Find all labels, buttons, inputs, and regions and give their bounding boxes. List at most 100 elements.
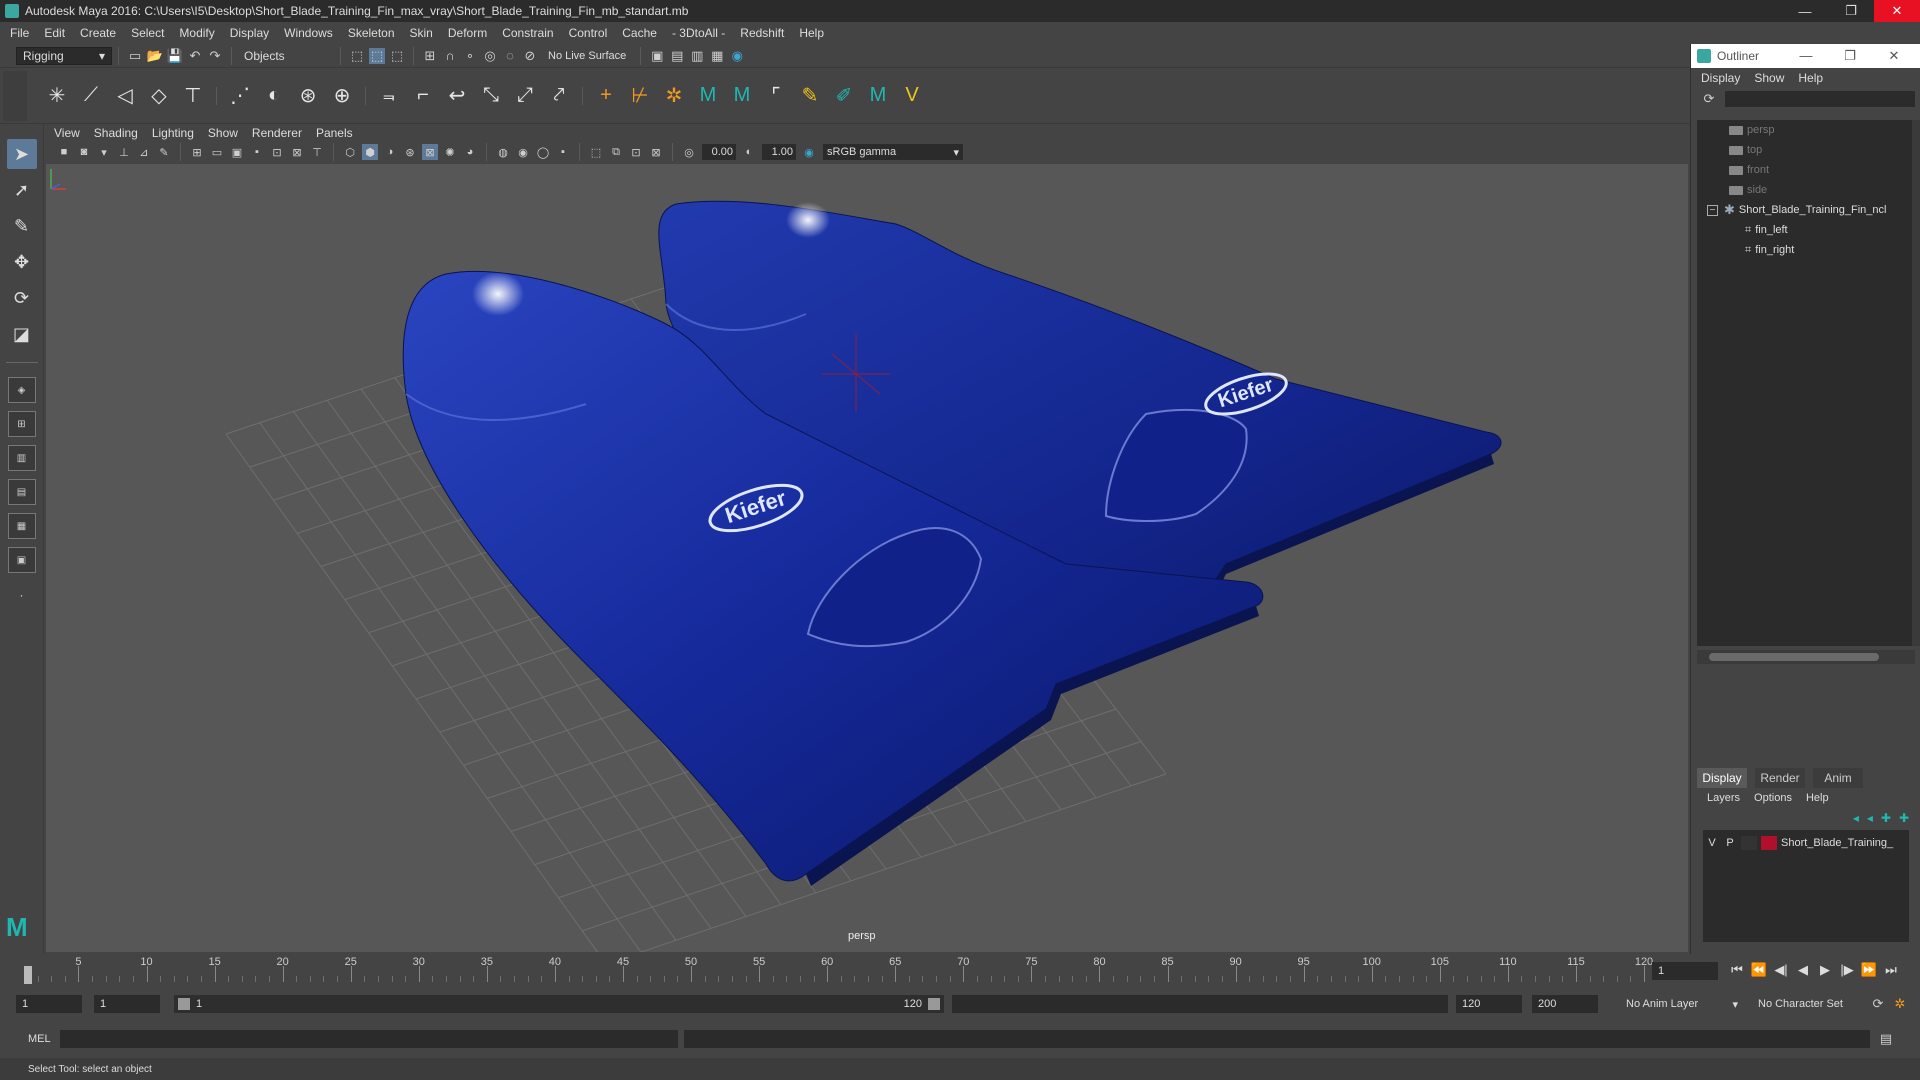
tab-render[interactable]: Render: [1755, 768, 1805, 788]
layer-color-swatch[interactable]: [1761, 836, 1777, 850]
animation-start-field[interactable]: 1: [16, 995, 82, 1013]
exposure-icon[interactable]: ◎: [681, 144, 697, 160]
lasso-tool-icon[interactable]: ➚: [7, 175, 37, 205]
menu-set-dropdown[interactable]: Rigging ▾: [16, 46, 112, 65]
current-frame-field[interactable]: 1: [1652, 962, 1718, 980]
gate-mask-icon[interactable]: ▪: [249, 144, 265, 160]
refresh-icon[interactable]: ⟳: [1701, 91, 1717, 107]
outliner-horizontal-scrollbar[interactable]: [1697, 650, 1915, 664]
playback-start-field[interactable]: 1: [94, 995, 160, 1013]
isolate-select-icon[interactable]: ⬚: [588, 144, 604, 160]
tab-display[interactable]: Display: [1697, 768, 1747, 788]
panel-menu-renderer[interactable]: Renderer: [252, 126, 302, 140]
outliner-vertical-scrollbar[interactable]: [1912, 120, 1920, 646]
outliner-item-side[interactable]: side: [1697, 180, 1915, 200]
xray-joints-icon[interactable]: ⊠: [648, 144, 664, 160]
select-component-icon[interactable]: ⬚: [389, 48, 405, 64]
menu-cache[interactable]: Cache: [622, 26, 657, 40]
menu-redshift[interactable]: Redshift: [740, 26, 784, 40]
step-forward-frame-icon[interactable]: |▶: [1836, 962, 1858, 978]
redo-icon[interactable]: ↷: [207, 48, 223, 64]
gamma-field[interactable]: 1.00: [762, 144, 796, 160]
depth-of-field-icon[interactable]: ▪: [555, 144, 571, 160]
resolution-gate-icon[interactable]: ▣: [229, 144, 245, 160]
range-end-handle[interactable]: [928, 998, 940, 1010]
film-gate-icon[interactable]: ▭: [209, 144, 225, 160]
outliner-item-fin-right[interactable]: ⌗ fin_right: [1697, 240, 1915, 260]
locator-icon[interactable]: +: [590, 80, 622, 112]
screen-space-ao-icon[interactable]: ◍: [495, 144, 511, 160]
render-frame-icon[interactable]: ▤: [669, 48, 685, 64]
auto-key-icon[interactable]: ⟳: [1870, 996, 1886, 1012]
time-slider-track[interactable]: 5 10 15 20 25 30 35 40 45 50 55 60 65 70 75 80 85 90 95 100…: [24, 954, 1653, 984]
human-ik-icon[interactable]: M: [692, 80, 724, 112]
layer-visibility-toggle[interactable]: V: [1703, 837, 1721, 849]
ipr-render-icon[interactable]: ▥: [689, 48, 705, 64]
outliner-item-front[interactable]: front: [1697, 160, 1915, 180]
four-view-layout-icon[interactable]: ⊞: [7, 411, 36, 437]
mirror-joint-icon[interactable]: ◇: [143, 80, 175, 112]
outliner-close-button[interactable]: ✕: [1872, 48, 1916, 64]
persp-graph-layout-icon[interactable]: ▤: [7, 479, 36, 505]
menu-display[interactable]: Display: [230, 26, 269, 40]
snap-point-icon[interactable]: ∘: [462, 48, 478, 64]
orient-joint-icon[interactable]: ⊤: [177, 80, 209, 112]
undo-icon[interactable]: ↶: [187, 48, 203, 64]
paint-select-tool-icon[interactable]: ✎: [7, 211, 37, 241]
scale-constraint-icon[interactable]: ⤢: [509, 80, 541, 112]
range-bar[interactable]: 1 120: [174, 995, 944, 1013]
joint-tool-icon[interactable]: ✳: [41, 80, 73, 112]
outliner-menu-help[interactable]: Help: [1798, 71, 1823, 85]
multisample-aa-icon[interactable]: ◯: [535, 144, 551, 160]
layer-playback-toggle[interactable]: P: [1721, 837, 1739, 849]
ik-handle-icon[interactable]: ⟋: [75, 80, 107, 112]
textured-icon[interactable]: ⊠: [422, 144, 438, 160]
menu-modify[interactable]: Modify: [179, 26, 214, 40]
layer-row[interactable]: V P Short_Blade_Training_: [1703, 834, 1909, 852]
new-scene-icon[interactable]: ▭: [127, 48, 143, 64]
outliner-item-top[interactable]: top: [1697, 140, 1915, 160]
image-plane-icon[interactable]: ⊥: [116, 144, 132, 160]
step-forward-key-icon[interactable]: ⏩: [1858, 962, 1880, 978]
sculpt-deformer-icon[interactable]: ✐: [828, 80, 860, 112]
outliner-restore-button[interactable]: ❐: [1828, 48, 1872, 64]
bind-skin-icon[interactable]: ⋰: [224, 80, 256, 112]
wireframe-icon[interactable]: ⬡: [342, 144, 358, 160]
outliner-item-group[interactable]: − ✱ Short_Blade_Training_Fin_ncl: [1697, 200, 1915, 220]
move-layer-up-icon[interactable]: ◂: [1853, 811, 1859, 825]
smooth-shade-icon[interactable]: ⬢: [362, 144, 378, 160]
panel-menu-view[interactable]: View: [54, 126, 80, 140]
v-icon[interactable]: V: [896, 80, 928, 112]
save-scene-icon[interactable]: 💾: [167, 48, 183, 64]
snap-view-icon[interactable]: ◎: [482, 48, 498, 64]
panel-menu-lighting[interactable]: Lighting: [152, 126, 194, 140]
hypershade-layout-icon[interactable]: ▦: [7, 513, 36, 539]
wireframe-on-shaded-icon[interactable]: ⊛: [402, 144, 418, 160]
menu-deform[interactable]: Deform: [448, 26, 487, 40]
viewport-scene[interactable]: Kiefer Kiefer: [46, 164, 1688, 952]
grease-pencil-icon[interactable]: ✎: [156, 144, 172, 160]
step-back-frame-icon[interactable]: ◀︎|: [1770, 962, 1792, 978]
current-time-indicator[interactable]: [24, 966, 32, 984]
viewport-persp[interactable]: Kiefer Kiefer persp: [46, 164, 1688, 952]
field-chart-icon[interactable]: ⊡: [269, 144, 285, 160]
close-button[interactable]: ✕: [1874, 0, 1920, 22]
point-constraint-icon[interactable]: ⌐: [407, 80, 439, 112]
menu-skeleton[interactable]: Skeleton: [348, 26, 395, 40]
outliner-minimize-button[interactable]: —: [1784, 48, 1828, 64]
two-d-pan-icon[interactable]: ⊿: [136, 144, 152, 160]
layer-menu-options[interactable]: Options: [1754, 792, 1792, 804]
paint-weights-icon[interactable]: ✎: [794, 80, 826, 112]
outliner-search-input[interactable]: [1725, 91, 1915, 107]
collapse-icon[interactable]: −: [1707, 204, 1718, 216]
layer-menu-layers[interactable]: Layers: [1707, 792, 1740, 804]
outliner-item-fin-left[interactable]: ⌗ fin_left: [1697, 220, 1915, 240]
snap-surface-icon[interactable]: ◌: [502, 48, 518, 64]
tab-anim[interactable]: Anim: [1813, 768, 1863, 788]
blank-shelf-icon[interactable]: ⌜: [760, 80, 792, 112]
xray-icon[interactable]: ⧉: [608, 144, 624, 160]
panel-menu-show[interactable]: Show: [208, 126, 238, 140]
menu-skin[interactable]: Skin: [410, 26, 433, 40]
snap-curve-icon[interactable]: ∩: [442, 48, 458, 64]
orient-constraint-icon[interactable]: ⤡: [475, 80, 507, 112]
